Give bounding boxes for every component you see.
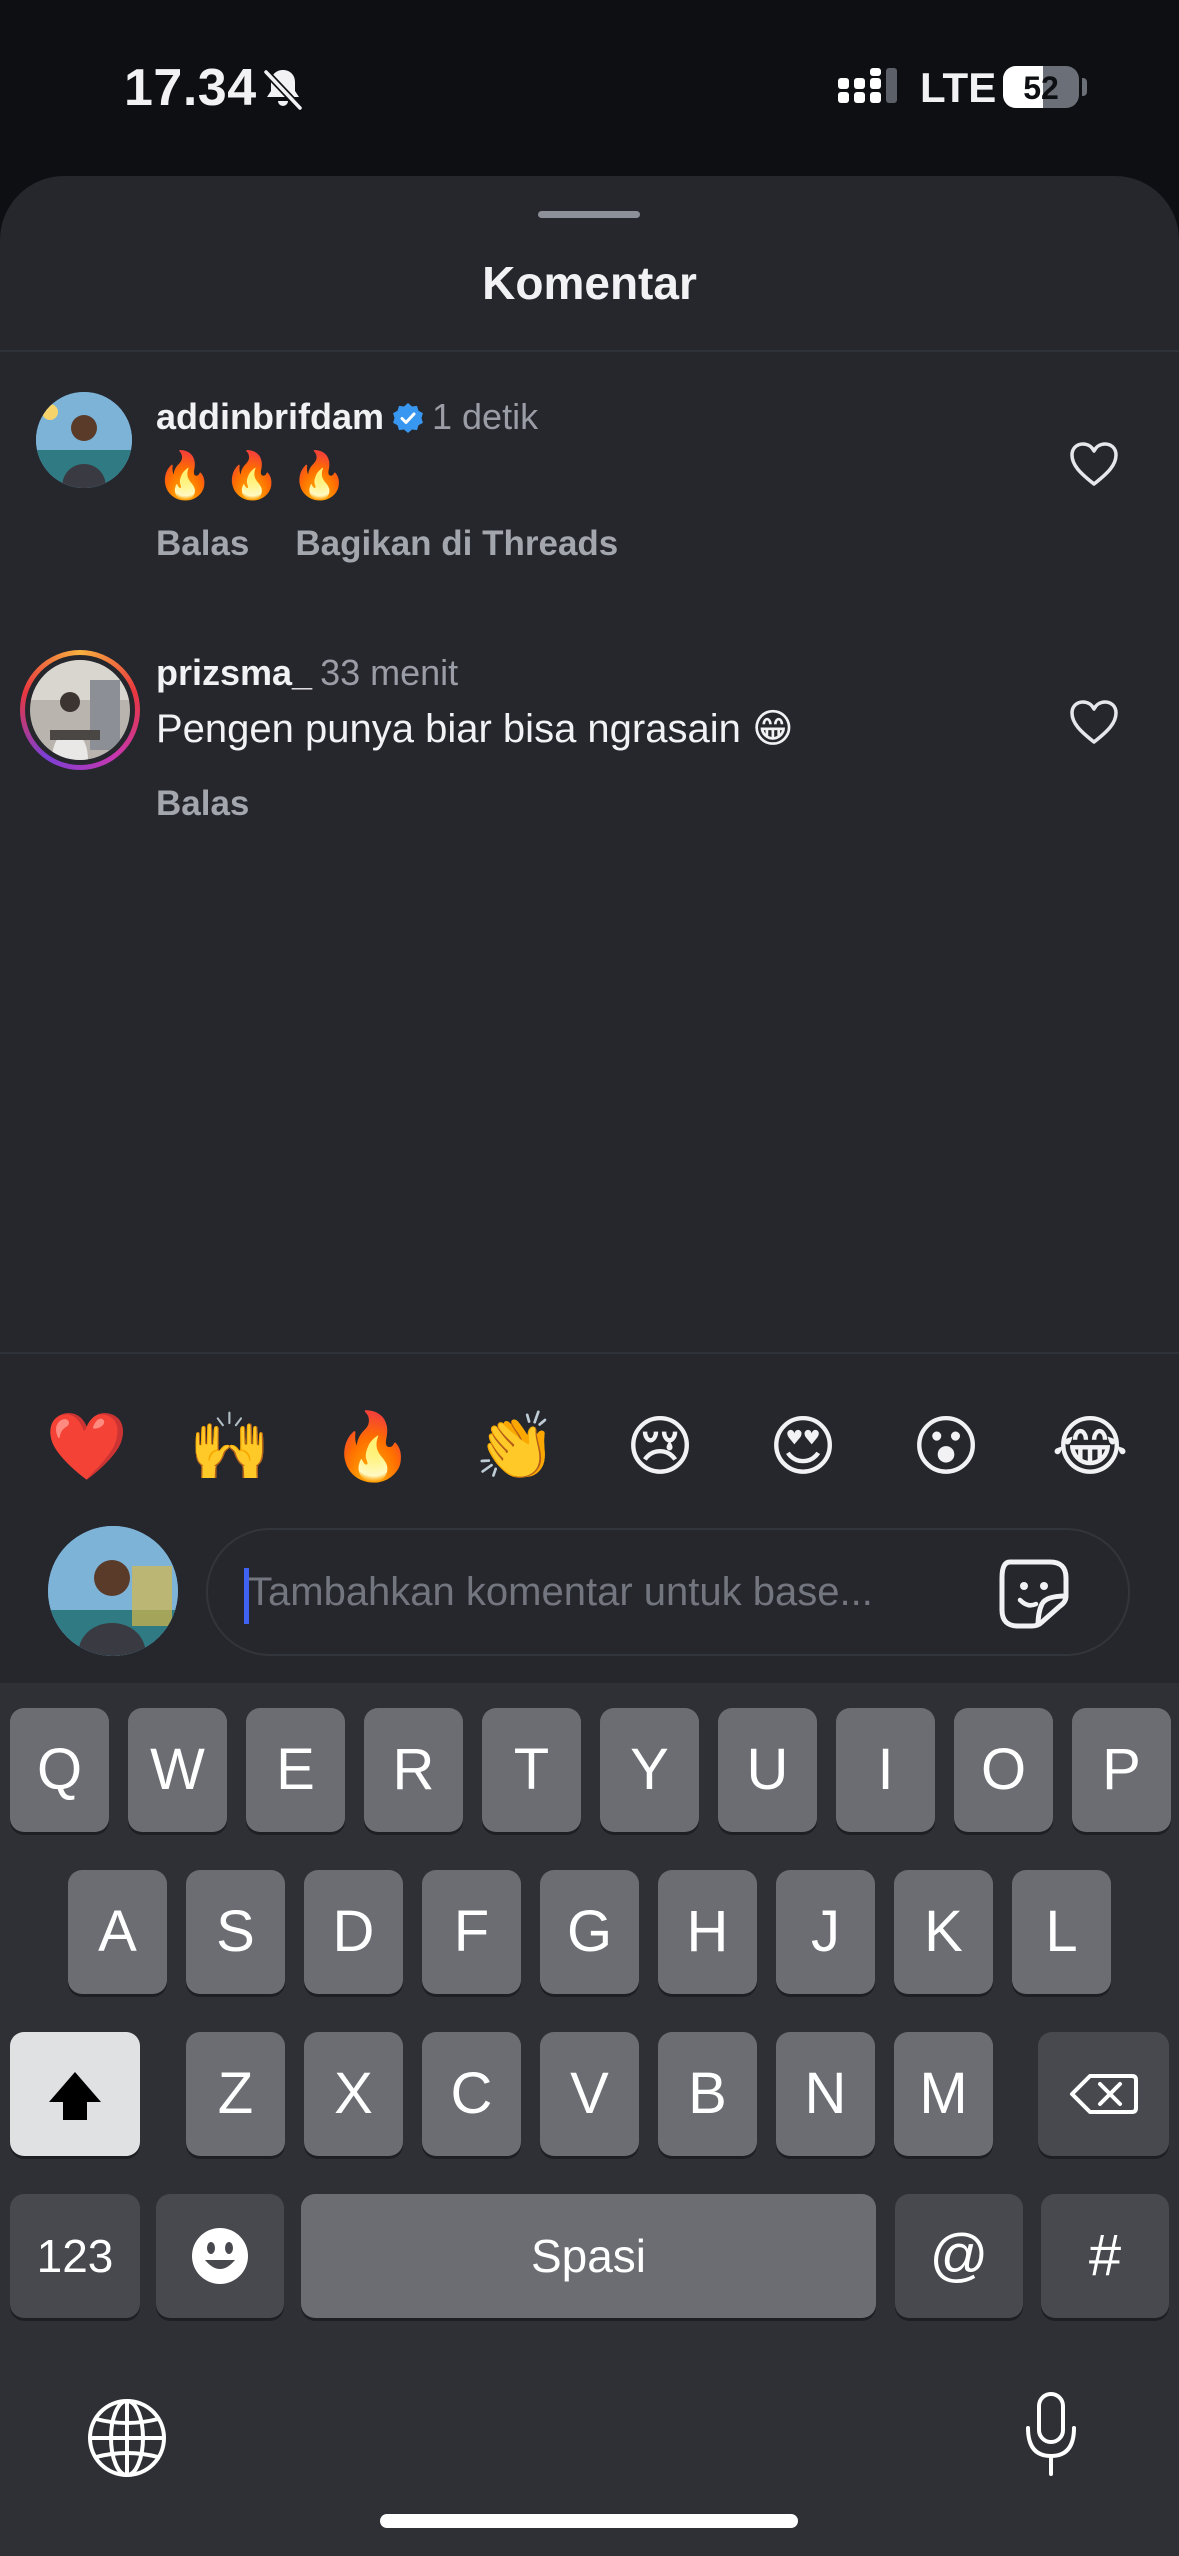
quick-reactions: ❤️ 🙌 🔥 👏 😢 😍 😮 😂 [0,1396,1179,1496]
key-g[interactable]: G [540,1870,639,1994]
key-d[interactable]: D [304,1870,403,1994]
network-type: LTE [920,64,997,111]
comment-input-placeholder: Tambahkan komentar untuk base... [248,1570,873,1614]
key-m[interactable]: M [894,2032,993,2156]
reaction-clap[interactable]: 👏 [466,1396,566,1496]
screen: 17.34 LTE 52 Komentar addinbrifdam 1 det… [0,0,1179,2556]
username[interactable]: prizsma_ [156,652,312,693]
cellular-signal-icon [838,68,897,103]
shift-key[interactable] [10,2032,140,2156]
delete-key[interactable] [1038,2032,1169,2156]
reaction-crying[interactable]: 😢 [610,1396,710,1496]
key-j[interactable]: J [776,1870,875,1994]
divider [0,1352,1179,1354]
key-f[interactable]: F [422,1870,521,1994]
comment-time: 33 menit [320,652,459,693]
sheet-title: Komentar [482,257,697,309]
reply-button[interactable]: Balas [156,784,249,823]
key-k[interactable]: K [894,1870,993,1994]
key-q[interactable]: Q [10,1708,109,1832]
emoji-keyboard-icon [192,2228,248,2284]
key-l[interactable]: L [1012,1870,1111,1994]
reaction-heart-eyes[interactable]: 😍 [753,1396,853,1496]
microphone-icon[interactable] [1022,2390,1080,2480]
key-o[interactable]: O [954,1708,1053,1832]
verified-badge-icon [393,403,423,433]
battery-cap [1082,78,1087,96]
globe-icon[interactable] [86,2397,168,2479]
key-v[interactable]: V [540,2032,639,2156]
comment-text: Pengen punya biar bisa ngrasain 😁 [156,707,794,751]
key-y[interactable]: Y [600,1708,699,1832]
avatar[interactable] [36,392,132,488]
comment-text: 🔥🔥🔥 [156,449,358,501]
key-w[interactable]: W [128,1708,227,1832]
at-key[interactable]: @ [895,2194,1023,2318]
key-s[interactable]: S [186,1870,285,1994]
avatar [30,660,130,760]
key-e[interactable]: E [246,1708,345,1832]
comment-actions: Balas [156,784,295,824]
key-t[interactable]: T [482,1708,581,1832]
key-u[interactable]: U [718,1708,817,1832]
key-z[interactable]: Z [186,2032,285,2156]
heart-outline-icon[interactable] [1068,698,1120,746]
space-key[interactable]: Spasi [301,2194,876,2318]
reaction-surprised[interactable]: 😮 [896,1396,996,1496]
comment-time: 1 detik [432,396,539,437]
key-h[interactable]: H [658,1870,757,1994]
reaction-laughing[interactable]: 😂 [1040,1396,1140,1496]
battery-icon: 52 [1003,66,1079,108]
reply-button[interactable]: Balas [156,524,249,563]
backspace-icon [1069,2074,1138,2114]
sheet-grabber[interactable] [538,211,640,218]
key-p[interactable]: P [1072,1708,1171,1832]
comment-header: addinbrifdam 1 detik [156,396,538,438]
key-b[interactable]: B [658,2032,757,2156]
numbers-key[interactable]: 123 [10,2194,140,2318]
reaction-fire[interactable]: 🔥 [323,1396,423,1496]
key-i[interactable]: I [836,1708,935,1832]
home-indicator[interactable] [380,2514,798,2528]
comment-header: prizsma_ 33 menit [156,652,458,694]
reaction-heart[interactable]: ❤️ [37,1396,137,1496]
key-r[interactable]: R [364,1708,463,1832]
comment-actions: Balas Bagikan di Threads [156,524,664,564]
key-a[interactable]: A [68,1870,167,1994]
bell-slash-icon [262,68,304,112]
my-avatar [48,1526,178,1656]
reaction-raised-hands[interactable]: 🙌 [180,1396,280,1496]
battery-percent: 52 [1023,70,1059,106]
username[interactable]: addinbrifdam [156,396,384,437]
comment-input[interactable]: Tambahkan komentar untuk base... [206,1528,1130,1656]
key-c[interactable]: C [422,2032,521,2156]
heart-outline-icon[interactable] [1068,440,1120,488]
shift-icon [49,2072,101,2120]
share-threads-button[interactable]: Bagikan di Threads [295,524,618,563]
key-x[interactable]: X [304,2032,403,2156]
status-bar: 17.34 LTE 52 [0,0,1179,170]
divider [0,350,1179,352]
sticker-icon[interactable] [996,1556,1072,1632]
story-ring-avatar[interactable] [20,650,140,770]
hash-key[interactable]: # [1041,2194,1169,2318]
emoji-key[interactable] [156,2194,284,2318]
status-time: 17.34 [124,59,257,117]
key-n[interactable]: N [776,2032,875,2156]
